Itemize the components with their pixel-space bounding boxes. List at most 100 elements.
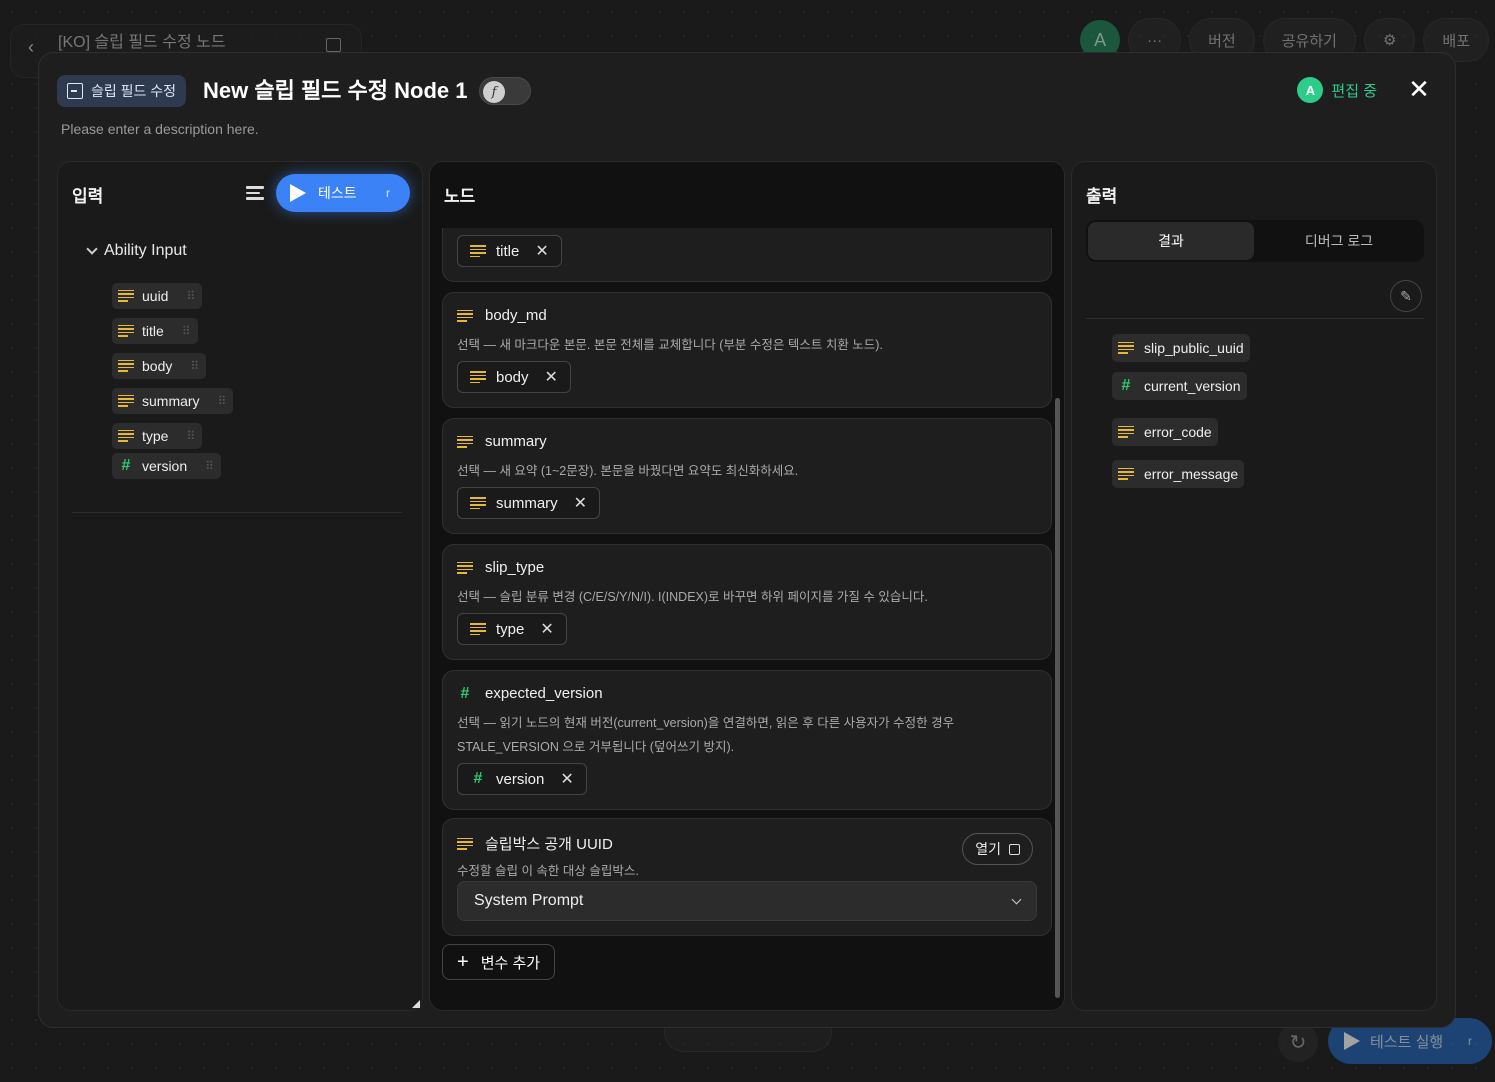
back-icon[interactable]: ‹ (18, 34, 44, 60)
test-label: 테스트 (318, 185, 357, 201)
field-label: body_md (457, 307, 547, 324)
open-button[interactable]: 열기 (962, 833, 1033, 865)
field-name: body_md (485, 307, 547, 324)
run-test-shortcut: r (1468, 1034, 1472, 1048)
edit-icon[interactable]: ✎ (1390, 280, 1422, 312)
text-type-icon (457, 837, 473, 850)
field-card-expected_version: # expected_version 선택 — 읽기 노드의 현재 버전(curre… (442, 670, 1052, 810)
scrollbar[interactable] (1055, 398, 1060, 998)
field-card-body_md: body_md 선택 — 새 마크다운 본문. 본문 전체를 교체합니다 (부분 … (442, 292, 1052, 408)
editing-status: A 편집 중 (1297, 77, 1377, 103)
slipbox-select[interactable]: System Prompt (457, 881, 1037, 921)
tab-debug-log[interactable]: 디버그 로그 (1256, 222, 1422, 260)
editing-avatar: A (1297, 77, 1324, 103)
editing-label: 편집 중 (1331, 82, 1377, 100)
node-description[interactable]: Please enter a description here. (61, 121, 259, 137)
field-description: 수정할 슬립 이 속한 대상 슬립박스. (457, 864, 639, 878)
output-panel-title: 출력 (1086, 187, 1118, 206)
input-list: uuid ⠿ title ⠿ body ⠿ summary ⠿ type ⠿ # version ⠿ (112, 278, 234, 488)
output-variable-chip[interactable]: error_message (1112, 459, 1245, 488)
list-icon[interactable] (246, 186, 264, 202)
field-name: slip_type (485, 559, 545, 576)
output-row: # current_version (1112, 372, 1250, 414)
text-type-icon (1118, 425, 1134, 438)
text-type-icon (457, 435, 473, 448)
drag-handle-icon[interactable]: ⠿ (182, 324, 191, 338)
variable-chip[interactable]: type ✕ (457, 613, 567, 645)
input-variable-label: uuid (142, 287, 169, 304)
drag-handle-icon[interactable]: ⠿ (190, 359, 199, 373)
run-test-label: 테스트 실행 (1370, 1033, 1444, 1051)
field-description: 선택 — 새 요약 (1~2문장). 본문을 바꿨다면 요약도 최신화하세요. (457, 464, 799, 478)
input-variable-label: summary (142, 392, 200, 409)
input-panel: 입력 테스트 r Ability Input uuid ⠿ title ⠿ body ⠿ s… (57, 161, 423, 1011)
variable-chip[interactable]: # version ✕ (457, 763, 587, 795)
node-editor-modal: 슬립 필드 수정 New 슬립 필드 수정 Node 1 f Please en… (38, 52, 1456, 1028)
field-label: summary (457, 433, 547, 450)
output-row: error_message (1112, 456, 1250, 498)
node-type-icon (67, 83, 83, 99)
output-variable-chip[interactable]: slip_public_uuid (1112, 333, 1250, 362)
output-variable-label: error_message (1144, 465, 1239, 482)
node-type-label: 슬립 필드 수정 (91, 83, 177, 99)
input-row: body ⠿ (112, 348, 233, 383)
remove-icon[interactable]: ✕ (535, 241, 548, 261)
variable-chip-label: body (496, 368, 529, 386)
node-title[interactable]: New 슬립 필드 수정 Node 1 (203, 75, 467, 107)
output-tabs: 결과 디버그 로그 (1086, 220, 1424, 262)
add-variable-button[interactable]: + 변수 추가 (442, 944, 556, 980)
variable-chip[interactable]: title ✕ (457, 235, 562, 267)
variable-chip-label: type (496, 620, 525, 638)
text-type-icon (118, 394, 134, 407)
node-panel-header: 노드 (430, 162, 1064, 228)
number-type-icon: # (473, 770, 483, 787)
divider (72, 512, 402, 513)
text-type-icon (1118, 341, 1134, 354)
field-name: expected_version (485, 685, 603, 702)
variable-chip-label: summary (496, 494, 558, 512)
input-variable-label: body (142, 357, 173, 374)
remove-icon[interactable]: ✕ (574, 493, 587, 513)
output-variable-label: current_version (1144, 378, 1241, 394)
text-type-icon (118, 289, 134, 302)
refresh-icon[interactable]: ↻ (1278, 1022, 1318, 1062)
text-type-icon (470, 497, 486, 509)
drag-handle-icon[interactable]: ⠿ (218, 394, 227, 408)
input-variable-chip[interactable]: uuid ⠿ (112, 282, 203, 309)
variable-chip[interactable]: summary ✕ (457, 487, 601, 519)
input-variable-chip[interactable]: type ⠿ (112, 422, 203, 449)
variable-chip[interactable]: body ✕ (457, 361, 571, 393)
layout-icon[interactable] (326, 38, 341, 52)
test-button[interactable]: 테스트 r (276, 174, 410, 212)
field-label: slip_type (457, 559, 544, 576)
input-variable-chip[interactable]: # version ⠿ (112, 453, 221, 479)
text-type-icon (470, 371, 486, 383)
ability-input-label: Ability Input (104, 242, 187, 259)
function-toggle[interactable]: f (479, 77, 531, 105)
chevron-down-icon (1011, 894, 1022, 904)
close-icon[interactable]: ✕ (1405, 74, 1433, 104)
number-type-icon: # (121, 457, 131, 474)
tab-result[interactable]: 결과 (1088, 222, 1254, 260)
output-variable-label: error_code (1144, 423, 1212, 440)
resize-handle[interactable] (412, 1000, 420, 1008)
output-list: slip_public_uuid # current_version error_co… (1112, 330, 1250, 498)
remove-icon[interactable]: ✕ (560, 769, 573, 789)
node-panel-title: 노드 (444, 187, 476, 206)
input-variable-chip[interactable]: body ⠿ (112, 352, 207, 379)
input-variable-chip[interactable]: summary ⠿ (112, 387, 234, 414)
drag-handle-icon[interactable]: ⠿ (186, 289, 195, 303)
drag-handle-icon[interactable]: ⠿ (186, 429, 195, 443)
play-icon (1344, 1032, 1360, 1050)
input-variable-chip[interactable]: title ⠿ (112, 317, 198, 344)
remove-icon[interactable]: ✕ (540, 619, 553, 639)
drag-handle-icon[interactable]: ⠿ (205, 459, 214, 473)
input-row: uuid ⠿ (112, 278, 233, 313)
output-variable-chip[interactable]: # current_version (1112, 372, 1247, 400)
remove-icon[interactable]: ✕ (545, 367, 558, 387)
text-type-icon (1118, 467, 1134, 480)
chevron-down-icon (86, 243, 98, 255)
output-variable-chip[interactable]: error_code (1112, 417, 1218, 446)
ability-input-group[interactable]: Ability Input (86, 242, 187, 260)
field-name: summary (485, 433, 547, 450)
